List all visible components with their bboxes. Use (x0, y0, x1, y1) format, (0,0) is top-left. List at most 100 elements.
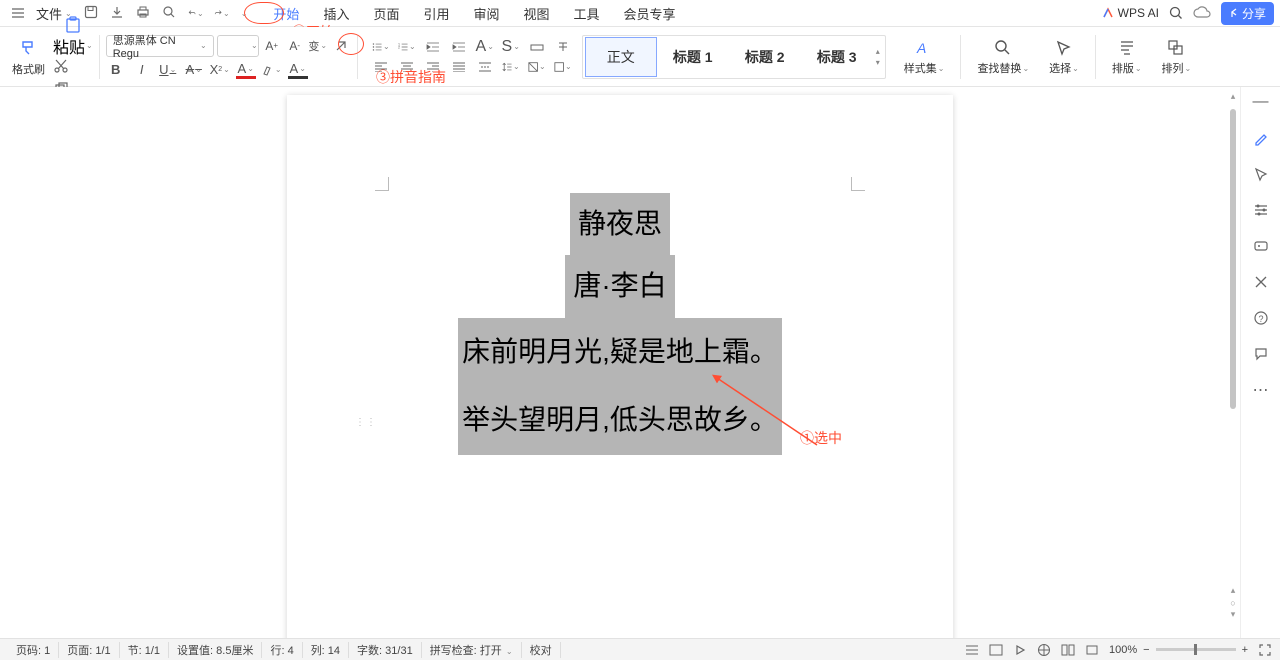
scroll-page-icon[interactable]: ○ (1228, 598, 1238, 608)
qat-more-icon[interactable]: ⌄ (241, 9, 248, 18)
status-section[interactable]: 节: 1/1 (120, 642, 169, 658)
style-heading1[interactable]: 标题 1 (657, 37, 729, 77)
status-words[interactable]: 字数: 31/31 (349, 642, 422, 658)
status-page[interactable]: 页面: 1/1 (59, 642, 119, 658)
shading-button[interactable]: A⌄ (288, 61, 308, 79)
distribute-icon[interactable] (476, 59, 494, 75)
style-heading3[interactable]: 标题 3 (801, 37, 873, 77)
borders-icon[interactable]: ⌄ (554, 59, 572, 75)
highlight-button[interactable]: ⌄ (262, 61, 282, 79)
status-page-no[interactable]: 页码: 1 (8, 642, 59, 658)
font-size-select[interactable]: ⌄ (217, 35, 259, 57)
fullscreen-icon[interactable] (1258, 643, 1272, 657)
preview-icon[interactable] (162, 5, 178, 21)
zoom-slider[interactable] (1156, 648, 1236, 651)
style-set-button[interactable]: A 样式集⌄ (894, 37, 955, 76)
status-position[interactable]: 设置值: 8.5厘米 (169, 642, 262, 658)
align-justify-icon[interactable] (450, 59, 468, 75)
arrange-button[interactable]: 排列⌄ (1152, 37, 1202, 76)
decrease-font-icon[interactable]: A- (285, 36, 305, 56)
text-direction-icon[interactable] (554, 39, 572, 55)
scroll-up-icon[interactable]: ▴ (1228, 91, 1238, 102)
tab-member[interactable]: 会员专享 (612, 0, 688, 27)
wps-ai-button[interactable]: WPS AI (1102, 6, 1159, 20)
align-center-icon[interactable] (398, 59, 416, 75)
settings-tool-icon[interactable] (1252, 201, 1270, 219)
scroll-section-down-icon[interactable]: ▾ (1228, 609, 1238, 620)
strikethrough-button[interactable]: A⌄ (184, 61, 204, 79)
more-tools-icon[interactable]: ⋯ (1252, 381, 1270, 399)
help-icon[interactable]: ? (1252, 309, 1270, 327)
layout-button[interactable]: 排版⌄ (1102, 37, 1152, 76)
increase-indent-icon[interactable] (450, 39, 468, 55)
search-icon[interactable] (1169, 6, 1183, 20)
tab-view[interactable]: 视图 (512, 0, 562, 27)
italic-button[interactable]: I (132, 61, 152, 79)
redo-icon[interactable]: ⌄ (214, 5, 230, 21)
style-heading2[interactable]: 标题 2 (729, 37, 801, 77)
tab-review[interactable]: 审阅 (461, 0, 511, 27)
status-row[interactable]: 行: 4 (262, 642, 302, 658)
ruler-icon[interactable] (528, 39, 546, 55)
text-effects-icon[interactable]: A⌄ (476, 39, 494, 55)
zoom-in-button[interactable]: + (1242, 644, 1248, 656)
pinyin-guide-button[interactable]: 变⌄ (308, 36, 328, 56)
align-right-icon[interactable] (424, 59, 442, 75)
strike-format-icon[interactable]: S⌄ (502, 39, 520, 55)
increase-font-icon[interactable]: A+ (262, 36, 282, 56)
export-icon[interactable] (110, 5, 126, 21)
page[interactable]: ⋮⋮ 静夜思 唐·李白 床前明月光,疑是地上霜。 举头望明月,低头思故乡。 (287, 95, 953, 638)
scroll-thumb[interactable] (1230, 109, 1236, 409)
selection-handle-icon[interactable]: ⋮⋮ (355, 417, 377, 428)
view-mode4-icon[interactable] (1085, 643, 1099, 657)
undo-icon[interactable]: ⌄ (188, 5, 204, 21)
number-list-icon[interactable]: 12⌄ (398, 39, 416, 55)
view-mode3-icon[interactable] (1061, 643, 1075, 657)
tab-tools[interactable]: 工具 (562, 0, 612, 27)
play-icon[interactable] (1013, 643, 1027, 657)
zoom-out-button[interactable]: − (1143, 644, 1149, 656)
zoom-value[interactable]: 100% (1109, 644, 1137, 656)
view-mode2-icon[interactable] (989, 643, 1003, 657)
globe-icon[interactable] (1037, 643, 1051, 657)
doc-author[interactable]: 唐·李白 (565, 255, 674, 317)
bullet-list-icon[interactable]: ⌄ (372, 39, 390, 55)
status-col[interactable]: 列: 14 (303, 642, 349, 658)
underline-button[interactable]: U⌄ (158, 61, 178, 79)
tab-reference[interactable]: 引用 (411, 0, 461, 27)
tab-insert[interactable]: 插入 (311, 0, 361, 27)
hamburger-icon[interactable] (6, 1, 30, 25)
styles-scroll[interactable]: ▴▾ (873, 47, 883, 67)
vertical-scrollbar[interactable]: ▴ ▴ ○ ▾ (1226, 95, 1240, 620)
line-spacing-icon[interactable]: ⌄ (502, 59, 520, 75)
paste-button[interactable]: 粘贴⌄ (53, 16, 93, 58)
tab-page[interactable]: 页面 (361, 0, 411, 27)
tab-home[interactable]: 开始 (261, 0, 311, 27)
status-spellcheck[interactable]: 拼写检查: 打开 ⌄ (422, 642, 522, 658)
print-icon[interactable] (136, 5, 152, 21)
cloud-sync-icon[interactable] (1193, 4, 1211, 22)
share-button[interactable]: 分享 (1221, 2, 1274, 25)
selected-body[interactable]: 床前明月光,疑是地上霜。 举头望明月,低头思故乡。 (458, 318, 782, 455)
para-shading-icon[interactable]: ⌄ (528, 59, 546, 75)
view-mode1-icon[interactable] (965, 643, 979, 657)
minimize-icon[interactable]: — (1252, 93, 1270, 111)
select-button[interactable]: 选择⌄ (1039, 37, 1089, 76)
widget-tool-icon[interactable] (1252, 273, 1270, 291)
comment-tool-icon[interactable] (1252, 345, 1270, 363)
status-proofread[interactable]: 校对 (522, 642, 561, 658)
font-family-select[interactable]: 思源黑体 CN Regu⌄ (106, 35, 214, 57)
bold-button[interactable]: B (106, 61, 126, 79)
doc-title[interactable]: 静夜思 (570, 193, 670, 255)
format-painter-button[interactable]: 格式刷 (8, 37, 49, 77)
superscript-button[interactable]: X2⌄ (210, 61, 230, 79)
clear-format-icon[interactable] (331, 36, 351, 56)
scroll-section-up-icon[interactable]: ▴ (1228, 585, 1238, 596)
style-normal[interactable]: 正文 (585, 37, 657, 77)
align-left-icon[interactable] (372, 59, 390, 75)
edit-tool-icon[interactable] (1252, 129, 1270, 147)
find-replace-button[interactable]: 查找替换⌄ (967, 37, 1039, 76)
cursor-tool-icon[interactable] (1252, 165, 1270, 183)
shape-tool-icon[interactable] (1252, 237, 1270, 255)
cut-icon[interactable] (53, 58, 93, 74)
